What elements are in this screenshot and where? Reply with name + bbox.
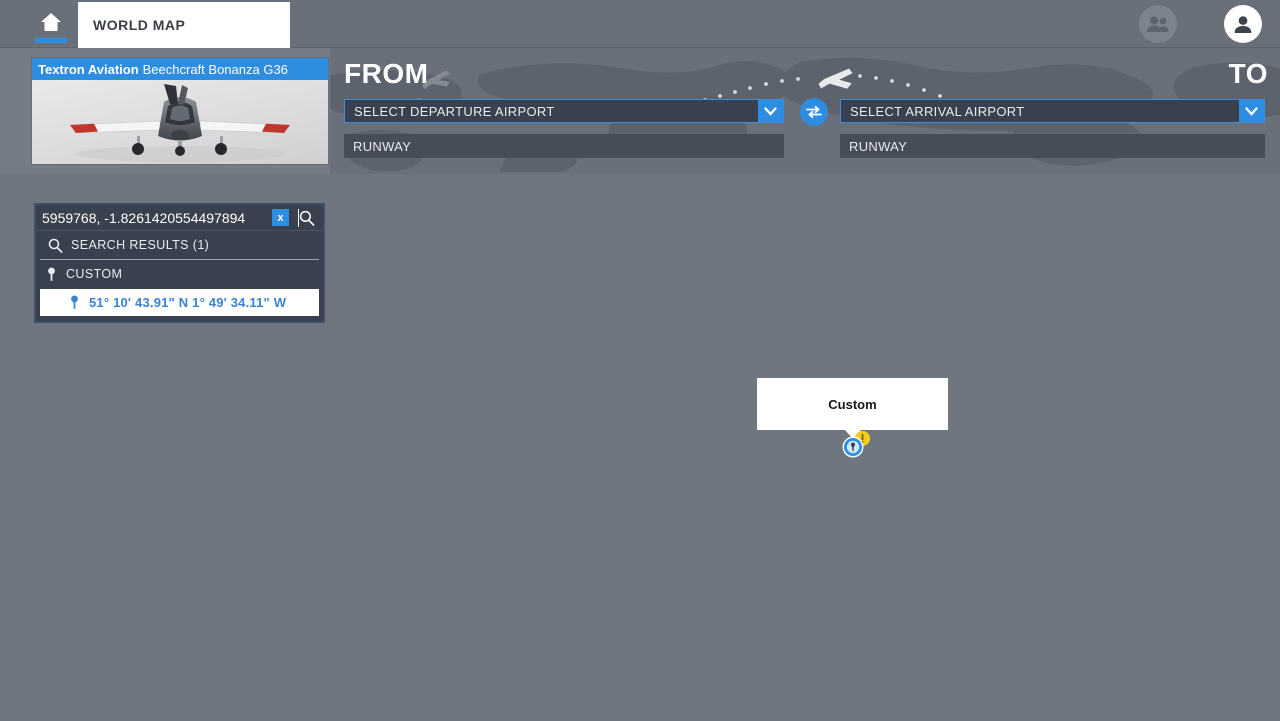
aircraft-panel: Textron Aviation Beechcraft Bonanza G36 — [0, 48, 330, 174]
chevron-down-icon — [1245, 106, 1258, 116]
arrival-airport-select[interactable]: SELECT ARRIVAL AIRPORT — [840, 99, 1265, 123]
aircraft-manufacturer: Textron Aviation — [38, 61, 139, 77]
top-navigation-bar: WORLD MAP — [0, 0, 1280, 48]
route-selection-panel: FROM TO SELECT DEPARTURE AIRPORT RUNWAY … — [330, 48, 1280, 174]
search-result-item[interactable]: 51° 10' 43.91" N 1° 49' 34.11" W — [40, 289, 319, 316]
search-results-header: SEARCH RESULTS (1) — [40, 231, 319, 260]
custom-waypoint-callout[interactable]: Custom — [757, 378, 948, 430]
aircraft-title-bar: Textron Aviation Beechcraft Bonanza G36 — [32, 58, 328, 80]
magnifier-icon — [48, 238, 63, 253]
aircraft-photo — [32, 80, 328, 164]
map-search-panel: 5959768, -1.8261420554497894 x SEARCH RE… — [34, 203, 325, 323]
aircraft-model: Beechcraft Bonanza G36 — [142, 61, 288, 77]
arrival-runway-select[interactable]: RUNWAY — [840, 134, 1265, 158]
search-results-count: SEARCH RESULTS (1) — [71, 238, 210, 252]
departure-runway-value: RUNWAY — [353, 138, 412, 154]
beechcraft-bonanza-g36-illustration — [69, 84, 291, 162]
people-icon — [1147, 16, 1169, 32]
departure-airport-value: SELECT DEPARTURE AIRPORT — [354, 103, 555, 119]
text-cursor — [298, 209, 299, 227]
magnifier-icon — [299, 210, 315, 226]
departure-dropdown-arrow[interactable] — [758, 100, 783, 122]
person-icon — [1234, 15, 1252, 33]
arrival-dropdown-arrow[interactable] — [1239, 100, 1264, 122]
home-icon — [41, 13, 61, 31]
tab-world-map[interactable]: WORLD MAP — [78, 2, 290, 48]
map-pin-icon — [48, 266, 55, 281]
search-result-label: 51° 10' 43.91" N 1° 49' 34.11" W — [89, 295, 287, 310]
to-label: TO — [1228, 58, 1268, 89]
search-submit-button[interactable] — [299, 210, 315, 226]
search-group-custom: CUSTOM — [36, 260, 323, 288]
waypoint-pin-icon[interactable] — [842, 436, 864, 458]
search-group-label: CUSTOM — [66, 267, 123, 281]
departure-runway-select[interactable]: RUNWAY — [344, 134, 784, 158]
arrival-airport-value: SELECT ARRIVAL AIRPORT — [850, 103, 1025, 119]
from-label: FROM — [344, 58, 429, 89]
swap-arrows-icon — [806, 105, 822, 119]
swap-route-button[interactable] — [800, 98, 828, 126]
tab-world-map-label: WORLD MAP — [93, 17, 186, 33]
departure-airport-select[interactable]: SELECT DEPARTURE AIRPORT — [344, 99, 784, 123]
map-pin-icon — [71, 295, 78, 309]
aircraft-card[interactable]: Textron Aviation Beechcraft Bonanza G36 — [32, 58, 328, 164]
chevron-down-icon — [764, 106, 777, 116]
clear-search-button[interactable]: x — [272, 209, 289, 226]
search-input-row[interactable]: 5959768, -1.8261420554497894 x — [36, 205, 323, 231]
group-avatar[interactable] — [1139, 5, 1177, 43]
arrival-runway-value: RUNWAY — [849, 138, 908, 154]
search-input[interactable]: 5959768, -1.8261420554497894 — [36, 210, 272, 226]
custom-waypoint-label: Custom — [828, 396, 877, 412]
user-avatar[interactable] — [1224, 5, 1262, 43]
home-tab-active-indicator — [35, 38, 67, 43]
